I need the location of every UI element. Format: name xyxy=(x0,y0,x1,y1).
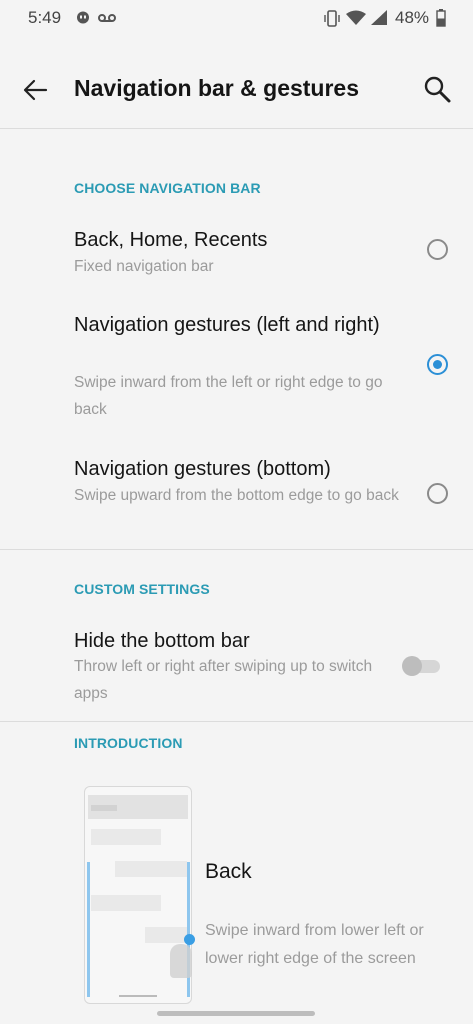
back-arrow-icon[interactable] xyxy=(20,74,52,106)
option-subtitle: Swipe inward from the left or right edge… xyxy=(74,374,383,418)
status-bar: 5:49 48% xyxy=(0,0,473,38)
page-title: Navigation bar & gestures xyxy=(74,75,360,101)
finger-icon xyxy=(170,944,192,978)
divider xyxy=(0,721,473,722)
option-subtitle: Fixed navigation bar xyxy=(74,258,214,275)
search-icon[interactable] xyxy=(420,72,456,108)
radio-button-selected[interactable] xyxy=(427,354,448,375)
option-title: Navigation gestures (left and right) xyxy=(74,314,380,336)
section-header-choose-navigation-bar: CHOOSE NAVIGATION BAR xyxy=(74,180,261,196)
setting-subtitle: Throw left or right after swiping up to … xyxy=(74,658,373,702)
option-title: Back, Home, Recents xyxy=(74,229,268,251)
divider xyxy=(0,549,473,550)
status-time: 5:49 xyxy=(28,8,62,27)
touch-point xyxy=(184,934,195,945)
gesture-illustration xyxy=(84,786,195,1006)
intro-gesture-title: Back xyxy=(205,860,252,883)
signal-icon xyxy=(371,10,387,25)
vibrate-icon xyxy=(324,10,340,27)
hangouts-icon xyxy=(77,11,89,24)
home-indicator[interactable] xyxy=(157,1011,315,1016)
option-title: Navigation gestures (bottom) xyxy=(74,458,331,480)
battery-percentage: 48% xyxy=(395,8,430,27)
intro-gesture-description: Swipe inward from lower left or lower ri… xyxy=(205,922,424,967)
battery-icon xyxy=(436,9,446,27)
app-bar: Navigation bar & gestures xyxy=(0,60,473,129)
wifi-icon xyxy=(346,10,366,25)
voicemail-icon xyxy=(98,14,116,22)
option-navigation-gestures-left-right[interactable]: Navigation gestures (left and right) Swi… xyxy=(0,308,473,428)
radio-button[interactable] xyxy=(427,483,448,504)
section-header-introduction: INTRODUCTION xyxy=(74,735,183,751)
option-navigation-gestures-bottom[interactable]: Navigation gestures (bottom) Swipe upwar… xyxy=(0,452,473,542)
option-back-home-recents[interactable]: Back, Home, Recents Fixed navigation bar xyxy=(0,222,473,290)
option-subtitle: Swipe upward from the bottom edge to go … xyxy=(74,487,399,504)
toggle-thumb xyxy=(402,656,422,676)
hide-bottom-bar-toggle[interactable] xyxy=(402,656,442,676)
section-header-custom-settings: CUSTOM SETTINGS xyxy=(74,581,210,597)
radio-button[interactable] xyxy=(427,239,448,260)
